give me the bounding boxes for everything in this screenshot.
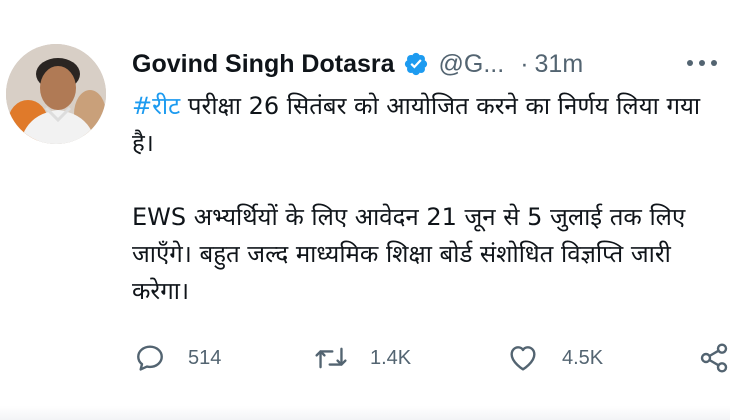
- share-button[interactable]: [698, 342, 730, 374]
- hashtag-link[interactable]: #रीट: [132, 92, 180, 120]
- more-icon[interactable]: [684, 48, 720, 83]
- avatar-photo: [6, 44, 106, 144]
- reply-icon: [134, 342, 166, 374]
- tweet-timestamp[interactable]: 31m: [535, 50, 584, 79]
- retweet-button[interactable]: 1.4K: [314, 342, 411, 374]
- tweet-card[interactable]: Govind Singh Dotasra @G... · 31m #रीट पर…: [0, 0, 730, 420]
- separator-dot: ·: [520, 49, 529, 78]
- tweet-paragraph-2: EWS अभ्यर्थियों के लिए आवेदन 21 जून से 5…: [132, 203, 686, 305]
- like-icon: [506, 342, 540, 374]
- bottom-strip: [0, 406, 730, 420]
- tweet-header: Govind Singh Dotasra @G... · 31m: [132, 44, 722, 84]
- author-handle[interactable]: @G...: [439, 50, 505, 79]
- reply-button[interactable]: 514: [134, 342, 221, 374]
- retweet-count: 1.4K: [370, 346, 412, 369]
- like-button[interactable]: 4.5K: [506, 342, 603, 374]
- avatar[interactable]: [6, 44, 106, 144]
- reply-count: 514: [188, 346, 222, 369]
- like-count: 4.5K: [562, 346, 604, 369]
- tweet-line-1-text: परीक्षा 26 सितंबर को आयोजित करने का निर्…: [132, 92, 701, 157]
- share-icon: [698, 342, 730, 374]
- tweet-text: #रीट परीक्षा 26 सितंबर को आयोजित करने का…: [132, 88, 722, 310]
- tweet-actions: 514 1.4K 4.5K: [132, 342, 730, 382]
- retweet-icon: [314, 342, 348, 374]
- tweet-paragraph-1: #रीट परीक्षा 26 सितंबर को आयोजित करने का…: [132, 88, 722, 162]
- verified-badge-icon: [403, 51, 429, 77]
- author-name[interactable]: Govind Singh Dotasra: [132, 50, 395, 79]
